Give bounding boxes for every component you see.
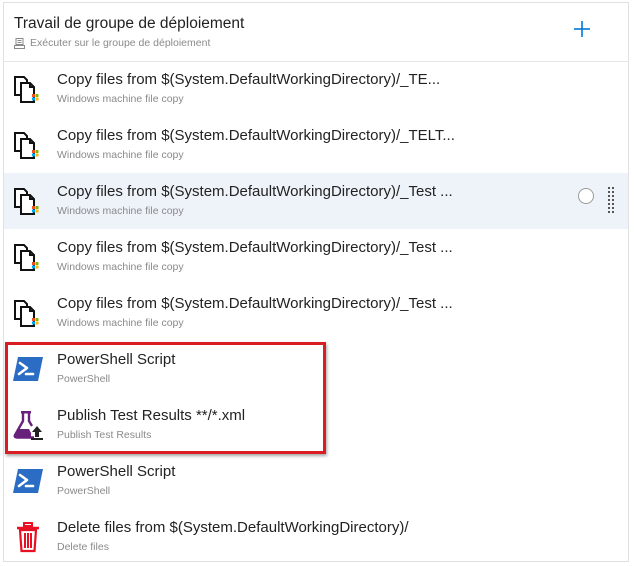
- drag-handle-icon[interactable]: [607, 185, 615, 215]
- task-title: Copy files from $(System.DefaultWorkingD…: [57, 183, 453, 200]
- task-subtitle: PowerShell: [57, 485, 111, 497]
- flask-upload-icon: [12, 409, 44, 441]
- task-row[interactable]: Copy files from $(System.DefaultWorkingD…: [4, 61, 628, 117]
- trash-icon: [12, 521, 44, 553]
- task-title: Copy files from $(System.DefaultWorkingD…: [57, 127, 455, 144]
- phase-header[interactable]: Travail de groupe de déploiement Exécute…: [4, 3, 628, 62]
- task-title: Copy files from $(System.DefaultWorkingD…: [57, 71, 441, 88]
- phase-title: Travail de groupe de déploiement: [14, 15, 245, 32]
- task-subtitle: Delete files: [57, 541, 109, 553]
- powershell-icon: [12, 465, 44, 497]
- task-row[interactable]: PowerShell Script PowerShell: [4, 341, 628, 397]
- task-title: PowerShell Script: [57, 351, 176, 368]
- windows-file-copy-icon: [12, 73, 44, 105]
- task-subtitle: Windows machine file copy: [57, 149, 184, 161]
- task-subtitle: Windows machine file copy: [57, 317, 184, 329]
- task-subtitle: Windows machine file copy: [57, 93, 184, 105]
- powershell-icon: [12, 353, 44, 385]
- task-row[interactable]: Copy files from $(System.DefaultWorkingD…: [4, 173, 628, 229]
- add-task-icon[interactable]: [572, 19, 592, 39]
- task-row[interactable]: PowerShell Script PowerShell: [4, 453, 628, 509]
- task-row[interactable]: Delete files from $(System.DefaultWorkin…: [4, 509, 628, 565]
- phase-subtitle: Exécuter sur le groupe de déploiement: [30, 37, 211, 49]
- task-title: PowerShell Script: [57, 463, 176, 480]
- task-title: Copy files from $(System.DefaultWorkingD…: [57, 239, 453, 256]
- enable-task-toggle[interactable]: [578, 188, 594, 204]
- deployment-group-icon: [14, 37, 25, 49]
- windows-file-copy-icon: [12, 185, 44, 217]
- phase-subtitle-row: Exécuter sur le groupe de déploiement: [14, 37, 210, 49]
- task-title: Delete files from $(System.DefaultWorkin…: [57, 519, 409, 536]
- windows-file-copy-icon: [12, 297, 44, 329]
- task-row[interactable]: Copy files from $(System.DefaultWorkingD…: [4, 285, 628, 341]
- deployment-phase-panel: Travail de groupe de déploiement Exécute…: [3, 2, 629, 562]
- task-subtitle: PowerShell: [57, 373, 111, 385]
- task-row[interactable]: Copy files from $(System.DefaultWorkingD…: [4, 229, 628, 285]
- task-subtitle: Publish Test Results: [57, 429, 152, 441]
- task-subtitle: Windows machine file copy: [57, 261, 184, 273]
- windows-file-copy-icon: [12, 241, 44, 273]
- task-title: Publish Test Results **/*.xml: [57, 407, 246, 424]
- task-row[interactable]: Copy files from $(System.DefaultWorkingD…: [4, 117, 628, 173]
- task-subtitle: Windows machine file copy: [57, 205, 184, 217]
- windows-file-copy-icon: [12, 129, 44, 161]
- task-row[interactable]: Publish Test Results **/*.xml Publish Tes…: [4, 397, 628, 453]
- task-title: Copy files from $(System.DefaultWorkingD…: [57, 295, 453, 312]
